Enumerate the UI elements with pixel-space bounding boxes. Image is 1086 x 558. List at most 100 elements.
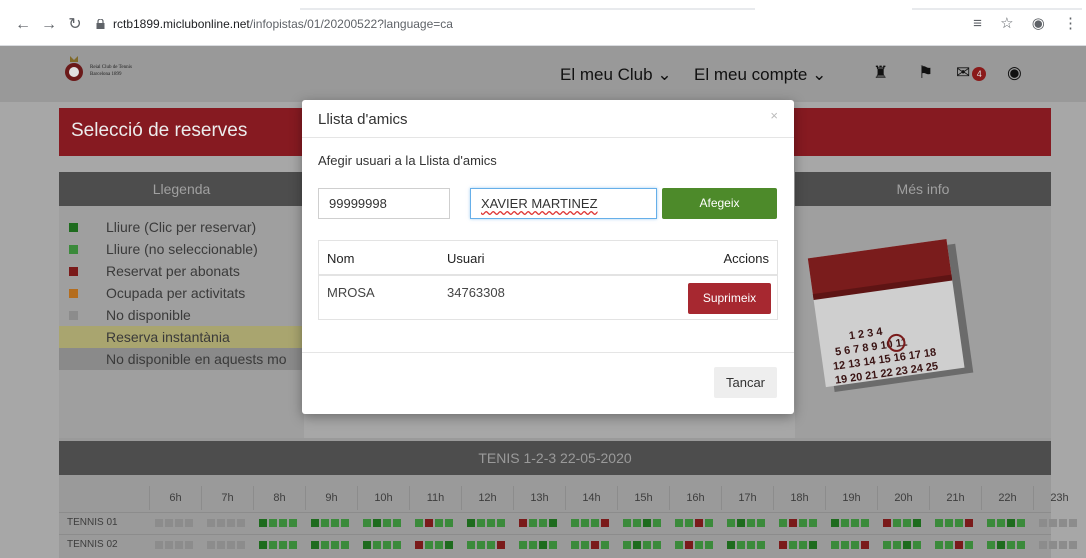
- time-slot[interactable]: [861, 541, 869, 549]
- time-slot[interactable]: [155, 541, 163, 549]
- time-slot[interactable]: [841, 519, 849, 527]
- user-name-input[interactable]: XAVIER MARTINEZ: [470, 188, 657, 219]
- time-slot[interactable]: [935, 519, 943, 527]
- time-slot[interactable]: [519, 519, 527, 527]
- time-slot[interactable]: [207, 541, 215, 549]
- star-icon[interactable]: ☆: [1000, 15, 1013, 32]
- time-slot[interactable]: [831, 541, 839, 549]
- delete-friend-button[interactable]: Suprimeix: [688, 283, 771, 314]
- time-slot[interactable]: [321, 541, 329, 549]
- globe-icon[interactable]: ◉: [1007, 63, 1022, 83]
- time-slot[interactable]: [757, 519, 765, 527]
- time-slot[interactable]: [747, 541, 755, 549]
- time-slot[interactable]: [955, 519, 963, 527]
- time-slot[interactable]: [965, 541, 973, 549]
- time-slot[interactable]: [809, 519, 817, 527]
- time-slot[interactable]: [705, 541, 713, 549]
- menu-my-account[interactable]: El meu compte ⌄: [694, 65, 826, 85]
- time-slot[interactable]: [185, 519, 193, 527]
- time-slot[interactable]: [789, 541, 797, 549]
- time-slot[interactable]: [175, 541, 183, 549]
- time-slot[interactable]: [341, 541, 349, 549]
- time-slot[interactable]: [623, 541, 631, 549]
- time-slot[interactable]: [653, 541, 661, 549]
- time-slot[interactable]: [269, 541, 277, 549]
- time-slot[interactable]: [633, 519, 641, 527]
- time-slot[interactable]: [549, 541, 557, 549]
- time-slot[interactable]: [155, 519, 163, 527]
- time-slot[interactable]: [289, 519, 297, 527]
- time-slot[interactable]: [165, 541, 173, 549]
- time-slot[interactable]: [695, 541, 703, 549]
- time-slot[interactable]: [519, 541, 527, 549]
- time-slot[interactable]: [289, 541, 297, 549]
- time-slot[interactable]: [841, 541, 849, 549]
- time-slot[interactable]: [799, 519, 807, 527]
- time-slot[interactable]: [341, 519, 349, 527]
- time-slot[interactable]: [757, 541, 765, 549]
- time-slot[interactable]: [1049, 519, 1057, 527]
- time-slot[interactable]: [227, 519, 235, 527]
- time-slot[interactable]: [643, 519, 651, 527]
- time-slot[interactable]: [675, 519, 683, 527]
- time-slot[interactable]: [363, 519, 371, 527]
- time-slot[interactable]: [737, 541, 745, 549]
- time-slot[interactable]: [311, 541, 319, 549]
- time-slot[interactable]: [779, 541, 787, 549]
- time-slot[interactable]: [445, 541, 453, 549]
- time-slot[interactable]: [477, 541, 485, 549]
- time-slot[interactable]: [1049, 541, 1057, 549]
- time-slot[interactable]: [487, 541, 495, 549]
- time-slot[interactable]: [903, 519, 911, 527]
- time-slot[interactable]: [903, 541, 911, 549]
- time-slot[interactable]: [279, 541, 287, 549]
- time-slot[interactable]: [321, 519, 329, 527]
- time-slot[interactable]: [727, 519, 735, 527]
- time-slot[interactable]: [331, 541, 339, 549]
- more-icon[interactable]: ⋮: [1063, 15, 1078, 32]
- time-slot[interactable]: [1039, 541, 1047, 549]
- time-slot[interactable]: [435, 519, 443, 527]
- time-slot[interactable]: [861, 519, 869, 527]
- time-slot[interactable]: [529, 541, 537, 549]
- time-slot[interactable]: [623, 519, 631, 527]
- time-slot[interactable]: [987, 541, 995, 549]
- time-slot[interactable]: [383, 519, 391, 527]
- time-slot[interactable]: [415, 519, 423, 527]
- time-slot[interactable]: [945, 519, 953, 527]
- close-icon[interactable]: ×: [770, 108, 778, 123]
- time-slot[interactable]: [591, 519, 599, 527]
- time-slot[interactable]: [779, 519, 787, 527]
- time-slot[interactable]: [1017, 519, 1025, 527]
- time-slot[interactable]: [237, 519, 245, 527]
- time-slot[interactable]: [945, 541, 953, 549]
- time-slot[interactable]: [653, 519, 661, 527]
- time-slot[interactable]: [685, 541, 693, 549]
- time-slot[interactable]: [393, 541, 401, 549]
- time-slot[interactable]: [1007, 541, 1015, 549]
- time-slot[interactable]: [467, 541, 475, 549]
- mail-icon[interactable]: ✉ 4: [956, 63, 987, 83]
- account-icon[interactable]: ◉: [1032, 15, 1045, 32]
- time-slot[interactable]: [311, 519, 319, 527]
- time-slot[interactable]: [965, 519, 973, 527]
- time-slot[interactable]: [363, 541, 371, 549]
- time-slot[interactable]: [259, 519, 267, 527]
- time-slot[interactable]: [571, 541, 579, 549]
- time-slot[interactable]: [487, 519, 495, 527]
- time-slot[interactable]: [1069, 541, 1077, 549]
- time-slot[interactable]: [705, 519, 713, 527]
- time-slot[interactable]: [935, 541, 943, 549]
- time-slot[interactable]: [373, 519, 381, 527]
- time-slot[interactable]: [497, 519, 505, 527]
- time-slot[interactable]: [883, 541, 891, 549]
- time-slot[interactable]: [851, 519, 859, 527]
- time-slot[interactable]: [571, 519, 579, 527]
- time-slot[interactable]: [913, 541, 921, 549]
- time-slot[interactable]: [893, 541, 901, 549]
- time-slot[interactable]: [165, 519, 173, 527]
- address-bar[interactable]: rctb1899.miclubonline.net/infopistas/01/…: [96, 17, 453, 31]
- time-slot[interactable]: [581, 519, 589, 527]
- time-slot[interactable]: [695, 519, 703, 527]
- time-slot[interactable]: [259, 541, 267, 549]
